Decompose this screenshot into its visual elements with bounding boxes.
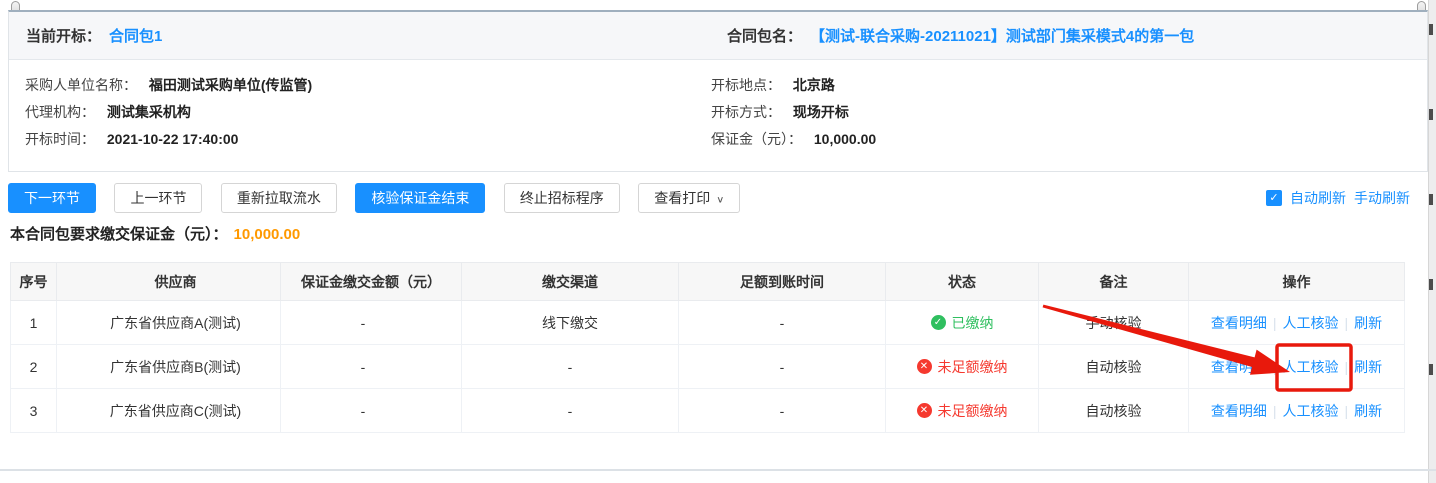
opening-method-value: 现场开标 — [793, 104, 849, 120]
arrival-time-cell: - — [679, 345, 886, 389]
arrival-time-cell: - — [679, 301, 886, 345]
refresh-link[interactable]: 刷新 — [1354, 315, 1382, 331]
supplier-name: 广东省供应商C(测试) — [57, 389, 281, 433]
previous-step-button[interactable]: 上一环节 — [114, 183, 202, 213]
table-row: 2 广东省供应商B(测试) - - - ✕未足额缴纳 自动核验 查看明细|人工核… — [11, 345, 1405, 389]
view-print-button[interactable]: 查看打印∨ — [638, 183, 740, 213]
status-text: 未足额缴纳 — [938, 357, 1008, 377]
remark-cell: 自动核验 — [1039, 389, 1189, 433]
opening-time-value: 2021-10-22 17:40:00 — [107, 131, 239, 147]
deposit-value: 10,000.00 — [814, 131, 876, 147]
refresh-link[interactable]: 刷新 — [1354, 359, 1382, 375]
opening-place-label: 开标地点： — [711, 77, 781, 93]
opening-method-row: 开标方式： 现场开标 — [711, 99, 1427, 126]
agency-label: 代理机构： — [25, 104, 95, 120]
status-badge: ✕ 未足额缴纳 — [917, 401, 1008, 421]
col-remark: 备注 — [1039, 263, 1189, 301]
arrival-time-cell: - — [679, 389, 886, 433]
payment-channel-cell: - — [462, 389, 679, 433]
row-index: 3 — [11, 389, 57, 433]
refresh-group: ✓ 自动刷新 手动刷新 — [1266, 188, 1418, 208]
col-arrival-time: 足额到账时间 — [679, 263, 886, 301]
manual-refresh-link[interactable]: 手动刷新 — [1354, 188, 1410, 208]
remark-cell: 手动核验 — [1039, 301, 1189, 345]
required-deposit-amount: 10,000.00 — [234, 226, 301, 243]
col-index: 序号 — [11, 263, 57, 301]
package-name-link[interactable]: 【测试-联合采购-20211021】测试部门集采模式4的第一包 — [810, 25, 1194, 46]
deposit-amount-cell: - — [281, 301, 462, 345]
deposit-amount-cell: - — [281, 345, 462, 389]
status-text: 已缴纳 — [952, 313, 994, 333]
manual-verify-link[interactable]: 人工核验 — [1283, 315, 1339, 331]
contract-package-panel: 当前开标： 合同包1 合同包名： 【测试-联合采购-20211021】测试部门集… — [8, 10, 1428, 172]
package-name-label: 合同包名： — [727, 25, 802, 46]
row-index: 2 — [11, 345, 57, 389]
auto-refresh-checkbox[interactable]: ✓ — [1266, 190, 1282, 206]
col-channel: 缴交渠道 — [462, 263, 679, 301]
supplier-name: 广东省供应商A(测试) — [57, 301, 281, 345]
right-edge-strip — [1428, 0, 1436, 483]
panel-body: 采购人单位名称： 福田测试采购单位(传监管) 代理机构： 测试集采机构 开标时间… — [9, 60, 1427, 171]
toolbar: 下一环节 上一环节 重新拉取流水 核验保证金结束 终止招标程序 查看打印∨ ✓ … — [8, 183, 1428, 213]
payment-channel-cell: 线下缴交 — [462, 301, 679, 345]
opening-place-row: 开标地点： 北京路 — [711, 72, 1427, 99]
status-badge: ✕ 未足额缴纳 — [917, 357, 1008, 377]
next-step-button[interactable]: 下一环节 — [8, 183, 96, 213]
purchaser-value: 福田测试采购单位(传监管) — [149, 77, 312, 93]
bottom-divider — [0, 469, 1436, 471]
col-amount: 保证金缴交金额（元） — [281, 263, 462, 301]
purchaser-row: 采购人单位名称： 福田测试采购单位(传监管) — [25, 72, 711, 99]
status-text: 未足额缴纳 — [938, 401, 1008, 421]
payment-channel-cell: - — [462, 345, 679, 389]
view-detail-link[interactable]: 查看明细 — [1211, 359, 1267, 375]
opening-method-label: 开标方式： — [711, 104, 781, 120]
required-deposit-label: 本合同包要求缴交保证金（元）： — [10, 226, 228, 243]
opening-time-label: 开标时间： — [25, 131, 95, 147]
table-row: 3 广东省供应商C(测试) - - - ✕未足额缴纳 自动核验 查看明细|人工核… — [11, 389, 1405, 433]
deposit-label: 保证金（元）： — [711, 131, 802, 147]
deposit-amount-cell: - — [281, 389, 462, 433]
required-deposit-line: 本合同包要求缴交保证金（元）： 10,000.00 — [10, 223, 300, 244]
auto-refresh-label[interactable]: 自动刷新 — [1290, 188, 1346, 208]
col-status: 状态 — [886, 263, 1039, 301]
table-header-row: 序号 供应商 保证金缴交金额（元） 缴交渠道 足额到账时间 状态 备注 操作 — [11, 263, 1405, 301]
remark-cell: 自动核验 — [1039, 345, 1189, 389]
status-badge: ✓ 已缴纳 — [931, 313, 994, 333]
opening-place-value: 北京路 — [793, 77, 835, 93]
panel-header: 当前开标： 合同包1 合同包名： 【测试-联合采购-20211021】测试部门集… — [9, 12, 1427, 60]
table-row: 1 广东省供应商A(测试) - 线下缴交 - ✓已缴纳 手动核验 查看明细|人工… — [11, 301, 1405, 345]
supplier-name: 广东省供应商B(测试) — [57, 345, 281, 389]
manual-verify-link-highlighted[interactable]: 人工核验 — [1283, 359, 1339, 375]
agency-row: 代理机构： 测试集采机构 — [25, 99, 711, 126]
x-circle-icon: ✕ — [917, 403, 932, 418]
manual-verify-link[interactable]: 人工核验 — [1283, 403, 1339, 419]
refresh-link[interactable]: 刷新 — [1354, 403, 1382, 419]
deposit-row: 保证金（元）： 10,000.00 — [711, 126, 1427, 153]
current-opening-label: 当前开标： — [26, 25, 101, 46]
repull-transactions-button[interactable]: 重新拉取流水 — [221, 183, 337, 213]
finish-deposit-check-button[interactable]: 核验保证金结束 — [355, 183, 485, 213]
view-detail-link[interactable]: 查看明细 — [1211, 315, 1267, 331]
chevron-down-icon: ∨ — [716, 188, 724, 212]
view-detail-link[interactable]: 查看明细 — [1211, 403, 1267, 419]
col-supplier: 供应商 — [57, 263, 281, 301]
opening-time-row: 开标时间： 2021-10-22 17:40:00 — [25, 126, 711, 153]
x-circle-icon: ✕ — [917, 359, 932, 374]
current-package-link[interactable]: 合同包1 — [109, 25, 162, 46]
row-index: 1 — [11, 301, 57, 345]
bid-opening-page: 当前开标： 合同包1 合同包名： 【测试-联合采购-20211021】测试部门集… — [0, 0, 1436, 483]
terminate-bidding-button[interactable]: 终止招标程序 — [504, 183, 620, 213]
suppliers-table: 序号 供应商 保证金缴交金额（元） 缴交渠道 足额到账时间 状态 备注 操作 1… — [10, 262, 1405, 433]
agency-value: 测试集采机构 — [107, 104, 191, 120]
check-circle-icon: ✓ — [931, 315, 946, 330]
col-operations: 操作 — [1189, 263, 1405, 301]
purchaser-label: 采购人单位名称： — [25, 77, 137, 93]
